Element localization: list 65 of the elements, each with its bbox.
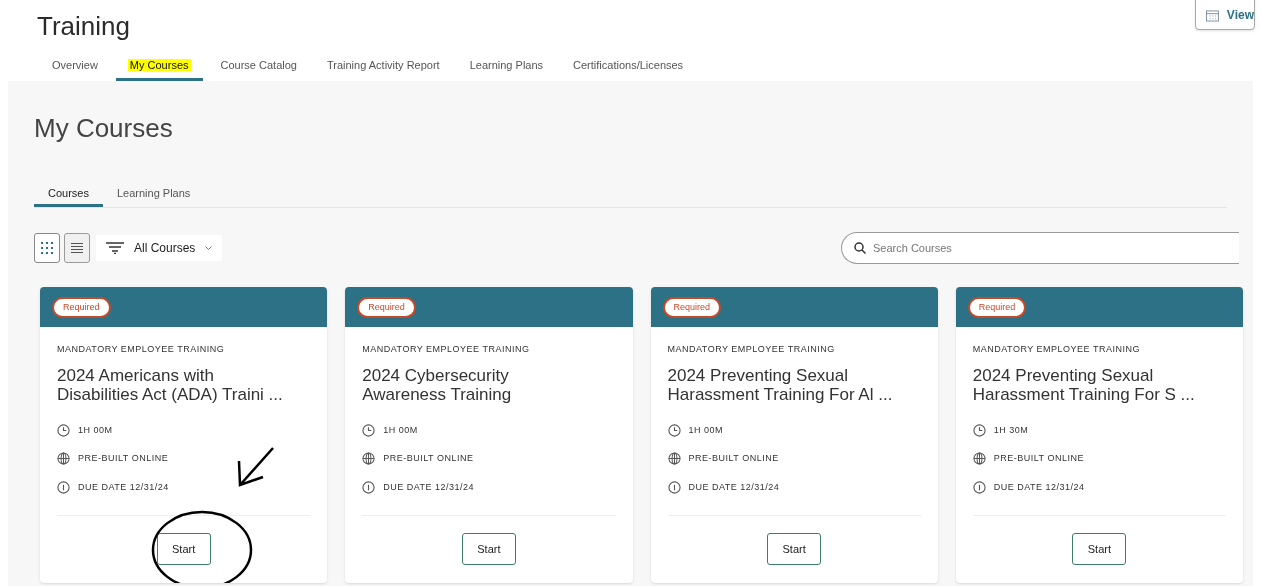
nav-tab[interactable]: Certifications/Licenses <box>561 53 696 81</box>
start-button[interactable]: Start <box>156 533 211 565</box>
list-icon <box>71 242 83 254</box>
clock-icon <box>57 423 70 437</box>
annotation-arrow <box>237 446 275 488</box>
course-title-line: 2024 Preventing Sexual <box>972 365 1154 385</box>
info-icon <box>57 480 70 494</box>
sub-tab[interactable]: Learning Plans <box>102 183 205 207</box>
nav-tab[interactable]: Course Catalog <box>208 53 309 81</box>
course-title-line: 2024 Preventing Sexual <box>667 365 849 385</box>
nav-tab[interactable]: Overview <box>40 53 110 81</box>
due-date: DUE DATE 12/31/24 <box>78 480 169 494</box>
required-badge: Required <box>967 296 1027 318</box>
filter-dropdown[interactable]: All Courses <box>96 235 223 261</box>
required-badge: Required <box>357 296 416 318</box>
globe-icon <box>972 452 986 466</box>
due-date: DUE DATE 12/31/24 <box>688 480 780 494</box>
grid-icon <box>41 242 53 254</box>
clock-icon <box>972 423 986 437</box>
sub-tab[interactable]: Courses <box>34 183 103 207</box>
course-category: MANDATORY EMPLOYEE TRAINING <box>667 343 836 356</box>
calendar-icon <box>1206 8 1219 22</box>
course-title-line: 2024 Americans with <box>57 365 214 385</box>
search-field[interactable]: Search Courses <box>841 232 1239 264</box>
course-duration: 1H 00M <box>688 423 723 437</box>
info-icon <box>972 480 986 494</box>
due-date: DUE DATE 12/31/24 <box>993 480 1085 494</box>
course-format: PRE-BUILT ONLINE <box>78 452 169 465</box>
view-toggle[interactable] <box>64 233 90 263</box>
nav-tab[interactable]: Learning Plans <box>457 53 556 81</box>
required-badge: Required <box>52 296 111 318</box>
clock-icon <box>362 423 376 437</box>
page-title: Training <box>37 13 130 39</box>
course-duration: 1H 30M <box>993 423 1029 437</box>
nav-tab[interactable]: Training Activity Report <box>314 53 452 81</box>
search-icon <box>854 242 866 254</box>
chevron-icon <box>205 245 213 251</box>
section-title: My Courses <box>34 115 174 141</box>
course-title-line: Harassment Training For Al ... <box>667 384 893 404</box>
info-icon <box>667 480 681 494</box>
course-title-line: Harassment Training For S ... <box>972 384 1195 404</box>
start-button[interactable]: Start <box>461 533 516 565</box>
course-title-line: Disabilities Act (ADA) Traini ... <box>57 384 283 404</box>
course-category: MANDATORY EMPLOYEE TRAINING <box>972 343 1141 356</box>
info-icon <box>362 480 376 494</box>
start-button[interactable]: Start <box>1072 533 1127 565</box>
course-format: PRE-BUILT ONLINE <box>688 452 779 465</box>
course-title-line: Awareness Training <box>362 384 512 404</box>
filter-icon <box>106 242 124 254</box>
course-duration: 1H 00M <box>78 423 113 437</box>
view-button[interactable]: View <box>1195 0 1255 30</box>
course-format: PRE-BUILT ONLINE <box>383 452 474 465</box>
globe-icon <box>667 452 681 466</box>
course-format: PRE-BUILT ONLINE <box>993 452 1084 465</box>
required-badge: Required <box>662 296 722 318</box>
view-toggle[interactable] <box>34 233 60 263</box>
clock-icon <box>667 423 681 437</box>
start-button[interactable]: Start <box>767 533 822 565</box>
due-date: DUE DATE 12/31/24 <box>383 480 475 494</box>
course-category: MANDATORY EMPLOYEE TRAINING <box>57 343 226 356</box>
course-title-line: 2024 Cybersecurity <box>362 365 509 385</box>
course-category: MANDATORY EMPLOYEE TRAINING <box>362 343 531 356</box>
globe-icon <box>57 452 70 466</box>
course-duration: 1H 00M <box>383 423 418 437</box>
globe-icon <box>362 452 376 466</box>
